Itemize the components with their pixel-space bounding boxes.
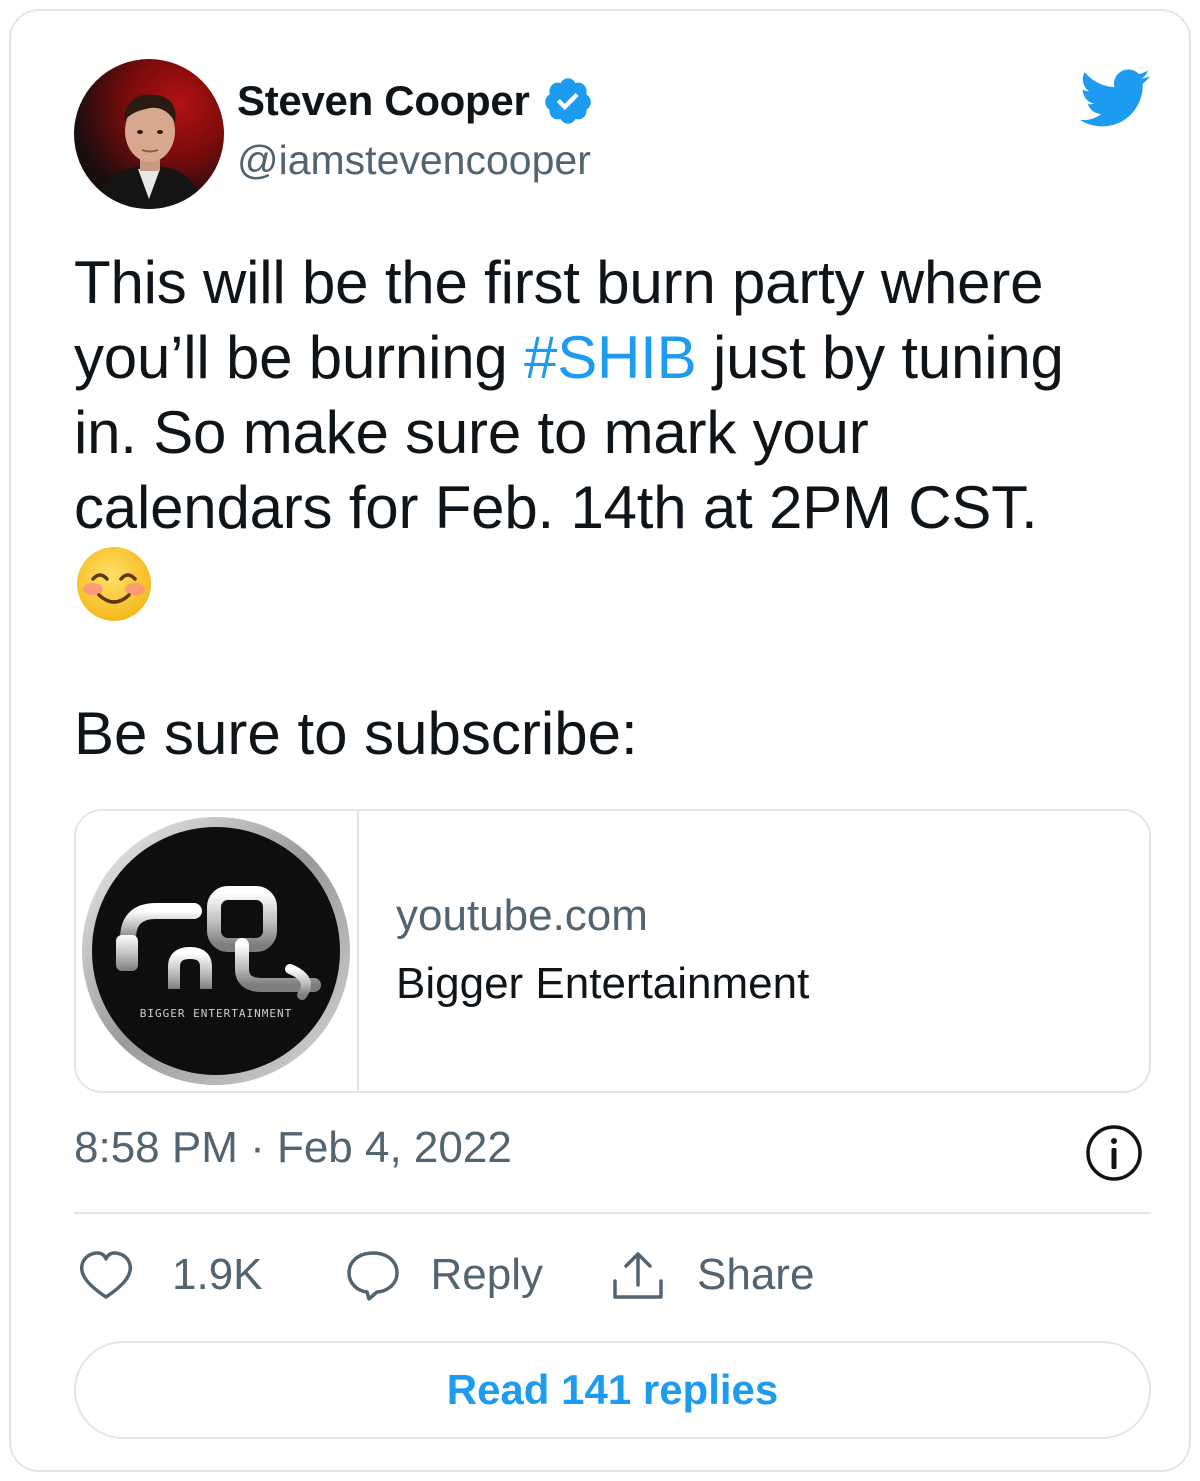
info-icon[interactable]: [1085, 1124, 1143, 1182]
tweet-timestamp[interactable]: 8:58 PM · Feb 4, 2022: [74, 1123, 512, 1173]
reply-icon[interactable]: [343, 1247, 403, 1303]
author-name-row: Steven Cooper: [237, 75, 594, 127]
twitter-bird-icon[interactable]: [1077, 67, 1151, 129]
action-bar: 1.9K Reply Share: [74, 1243, 814, 1307]
verified-badge-icon: [544, 78, 591, 124]
like-count: 1.9K: [172, 1250, 263, 1299]
link-title: Bigger Entertainment: [396, 959, 810, 1008]
link-thumbnail[interactable]: BIGGER ENTERTAINMENT: [76, 811, 359, 1091]
reply-action[interactable]: Reply: [343, 1247, 544, 1303]
tweet-line-segment: you’ll be burning: [74, 324, 525, 391]
tweet-line: you’ll be burning #SHIB just by tuning: [74, 320, 1149, 395]
read-replies-button[interactable]: Read 141 replies: [74, 1341, 1151, 1439]
smiling-emoji-icon: [77, 547, 151, 621]
share-icon[interactable]: [609, 1247, 667, 1303]
like-action[interactable]: 1.9K: [74, 1247, 263, 1303]
tweet-card: Steven Cooper @iamstevencooper This will…: [9, 9, 1191, 1472]
heart-icon[interactable]: [74, 1247, 138, 1303]
author-name[interactable]: Steven Cooper: [237, 77, 530, 125]
link-preview-card[interactable]: BIGGER ENTERTAINMENT youtube.com Bigger …: [74, 809, 1151, 1093]
subscribe-text: Be sure to subscribe:: [74, 700, 638, 767]
author-handle[interactable]: @iamstevencooper: [237, 137, 591, 184]
tweet-line: This will be the first burn party where: [74, 249, 1044, 316]
reply-label: Reply: [430, 1250, 544, 1299]
share-label: Share: [697, 1250, 815, 1299]
tweet-line-segment: just by tuning: [696, 324, 1064, 391]
avatar[interactable]: [74, 59, 224, 209]
bigger-entertainment-logo: BIGGER ENTERTAINMENT: [82, 817, 350, 1085]
tweet-text: This will be the first burn party where …: [74, 245, 1149, 545]
divider: [74, 1212, 1151, 1214]
logo-text: BIGGER ENTERTAINMENT: [140, 1007, 292, 1020]
hashtag-link[interactable]: #SHIB: [524, 324, 697, 391]
tweet-line: calendars for Feb. 14th at 2PM CST.: [74, 474, 1038, 541]
tweet-line: in. So make sure to mark your: [74, 399, 869, 466]
link-domain: youtube.com: [396, 891, 648, 940]
share-action[interactable]: Share: [609, 1247, 814, 1303]
